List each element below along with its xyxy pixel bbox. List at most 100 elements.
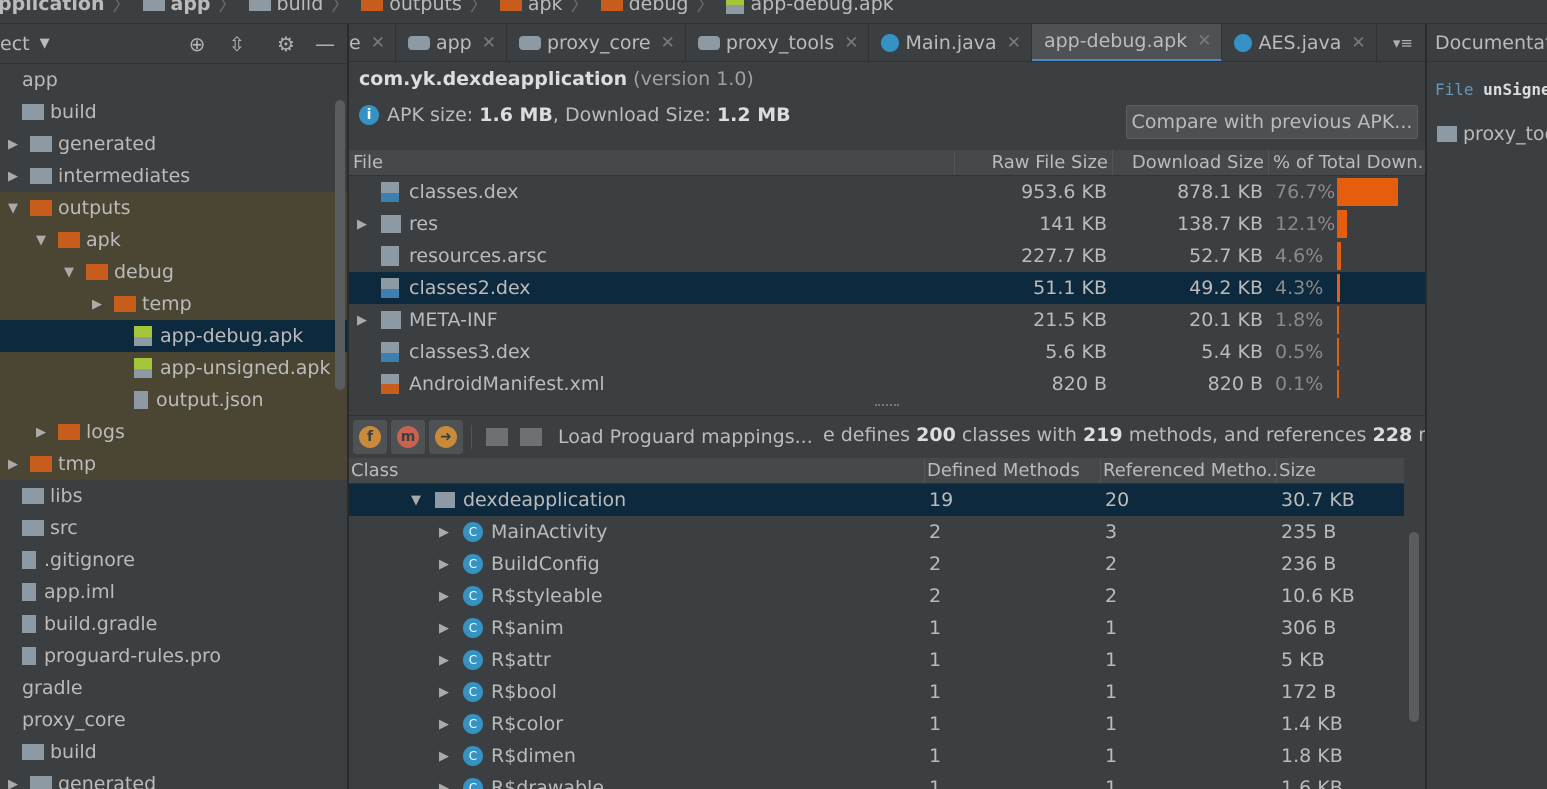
column-file[interactable]: File (349, 150, 955, 175)
tab-app[interactable]: app ✕ (396, 24, 507, 61)
column-size[interactable]: Size (1277, 458, 1404, 483)
table-row[interactable]: resources.arsc 227.7 KB 52.7 KB 4.6% (349, 240, 1425, 272)
column-raw-size[interactable]: Raw File Size (955, 150, 1113, 175)
show-methods-button[interactable]: m (391, 419, 425, 454)
gear-icon[interactable]: ⚙ (274, 32, 298, 56)
table-row[interactable]: ▶ C R$dimen 1 1 1.8 KB (349, 740, 1404, 772)
chevron-right-icon[interactable]: ▶ (435, 685, 453, 700)
table-row[interactable]: ▶ C R$attr 1 1 5 KB (349, 644, 1404, 676)
table-row[interactable]: ▶ C MainActivity 2 3 235 B (349, 516, 1404, 548)
chevron-down-icon[interactable]: ▼ (4, 201, 22, 216)
chevron-right-icon[interactable]: ▶ (435, 749, 453, 764)
tab-app-debug-apk[interactable]: app-debug.apk ✕ (1031, 24, 1223, 61)
tree-item[interactable]: proxy_core (0, 704, 347, 736)
table-row[interactable]: classes.dex 953.6 KB 878.1 KB 76.7% (349, 176, 1425, 208)
tree-item[interactable]: build (0, 736, 347, 768)
chevron-right-icon[interactable]: ▶ (435, 525, 453, 540)
chevron-down-icon[interactable]: ▼ (60, 265, 78, 280)
tree-item[interactable]: ▼ outputs (0, 192, 347, 224)
tree-item[interactable]: ▶ tmp (0, 448, 347, 480)
chevron-right-icon[interactable]: ▶ (435, 653, 453, 668)
chevron-right-icon[interactable]: ▶ (32, 425, 50, 440)
close-icon[interactable]: ✕ (482, 33, 496, 53)
breadcrumb-item[interactable]: pplication 〉 (0, 0, 131, 17)
tree-item[interactable]: ▼ debug (0, 256, 347, 288)
close-icon[interactable]: ✕ (844, 33, 858, 53)
locate-icon[interactable]: ⊕ (185, 32, 209, 56)
close-icon[interactable]: ✕ (1007, 33, 1021, 53)
tree-item[interactable]: build (0, 96, 347, 128)
tree-item[interactable]: ▶ generated (0, 128, 347, 160)
column-download-size[interactable]: Download Size (1113, 150, 1269, 175)
load-proguard-link[interactable]: Load Proguard mappings... (558, 426, 813, 448)
tab-e[interactable]: e ✕ (349, 24, 396, 61)
chevron-right-icon[interactable]: ▶ (4, 777, 22, 789)
breadcrumb-item[interactable]: apk 〉 (488, 0, 589, 17)
tree-item[interactable]: ▶ logs (0, 416, 347, 448)
tree-item[interactable]: proguard-rules.pro (0, 640, 347, 672)
close-icon[interactable]: ✕ (661, 33, 675, 53)
chevron-down-icon[interactable]: ▼ (32, 233, 50, 248)
tree-item[interactable]: src (0, 512, 347, 544)
table-row[interactable]: ▶ C R$anim 1 1 306 B (349, 612, 1404, 644)
chevron-right-icon[interactable]: ▶ (4, 137, 22, 152)
chevron-right-icon[interactable]: ▶ (4, 457, 22, 472)
chevron-right-icon[interactable]: ▶ (4, 169, 22, 184)
tree-item[interactable]: libs (0, 480, 347, 512)
collapse-all-icon[interactable]: ⇳ (225, 32, 249, 56)
table-row[interactable]: ▶ res 141 KB 138.7 KB 12.1% (349, 208, 1425, 240)
tree-item[interactable]: ▶ intermediates (0, 160, 347, 192)
tree-item[interactable]: ▼ apk (0, 224, 347, 256)
project-scrollbar[interactable] (335, 100, 345, 390)
table-row[interactable]: classes2.dex 51.1 KB 49.2 KB 4.3% (349, 272, 1425, 304)
tab-aes-java[interactable]: AES.java ✕ (1222, 24, 1377, 61)
chevron-right-icon[interactable]: ▶ (435, 781, 453, 789)
close-icon[interactable]: ✕ (1351, 33, 1365, 53)
chevron-down-icon[interactable]: ▼ (407, 493, 425, 508)
doc-link[interactable]: proxy_too (1437, 123, 1547, 145)
breadcrumb-item[interactable]: build 〉 (237, 0, 349, 17)
chevron-right-icon[interactable]: ▶ (435, 589, 453, 604)
folder-icon[interactable] (520, 427, 542, 446)
tree-item[interactable]: app-unsigned.apk (0, 352, 347, 384)
table-row[interactable]: ▶ META-INF 21.5 KB 20.1 KB 1.8% (349, 304, 1425, 336)
compare-apk-button[interactable]: Compare with previous APK... (1126, 105, 1418, 139)
table-row[interactable]: AndroidManifest.xml 820 B 820 B 0.1% (349, 368, 1425, 400)
tree-item[interactable]: output.json (0, 384, 347, 416)
column-referenced-methods[interactable]: Referenced Metho... (1101, 458, 1277, 483)
hide-icon[interactable]: — (313, 32, 337, 56)
show-fields-button[interactable]: f (353, 419, 387, 454)
chevron-right-icon[interactable]: ▶ (435, 717, 453, 732)
tree-item[interactable]: app (0, 64, 347, 96)
tab-proxy-core[interactable]: proxy_core ✕ (507, 24, 686, 61)
tree-item[interactable]: ▶ temp (0, 288, 347, 320)
table-row[interactable]: classes3.dex 5.6 KB 5.4 KB 0.5% (349, 336, 1425, 368)
chevron-right-icon[interactable]: ▶ (88, 297, 106, 312)
chevron-right-icon[interactable]: ▶ (351, 217, 373, 232)
show-referenced-button[interactable]: ➜ (429, 419, 463, 454)
close-icon[interactable]: ✕ (371, 33, 385, 53)
column-percent[interactable]: % of Total Down... (1269, 150, 1425, 175)
chevron-right-icon[interactable]: ▶ (435, 557, 453, 572)
table-row[interactable]: ▶ C R$styleable 2 2 10.6 KB (349, 580, 1404, 612)
tree-item[interactable]: ▶ generated (0, 768, 347, 789)
table-row[interactable]: ▶ C R$bool 1 1 172 B (349, 676, 1404, 708)
tree-item[interactable]: .gitignore (0, 544, 347, 576)
project-view-selector[interactable]: ect (0, 33, 30, 55)
table-row[interactable]: ▶ C R$color 1 1 1.4 KB (349, 708, 1404, 740)
breadcrumb-item[interactable]: outputs 〉 (349, 0, 488, 17)
breadcrumb-item[interactable]: app 〉 (131, 0, 237, 17)
class-table-scrollbar[interactable] (1409, 532, 1419, 722)
tree-item[interactable]: gradle (0, 672, 347, 704)
breadcrumb-item[interactable]: debug 〉 (589, 0, 714, 17)
column-defined-methods[interactable]: Defined Methods (925, 458, 1101, 483)
tree-item[interactable]: app.iml (0, 576, 347, 608)
chevron-right-icon[interactable]: ▶ (435, 621, 453, 636)
tab-list-icon[interactable]: ▾≡ (1393, 34, 1425, 52)
table-row[interactable]: ▼ dexdeapplication 19 20 30.7 KB (349, 484, 1404, 516)
sort-icon[interactable] (486, 427, 508, 446)
tab-main-java[interactable]: Main.java ✕ (869, 24, 1032, 61)
tree-item[interactable]: build.gradle (0, 608, 347, 640)
chevron-right-icon[interactable]: ▶ (351, 313, 373, 328)
split-handle[interactable] (875, 404, 899, 408)
